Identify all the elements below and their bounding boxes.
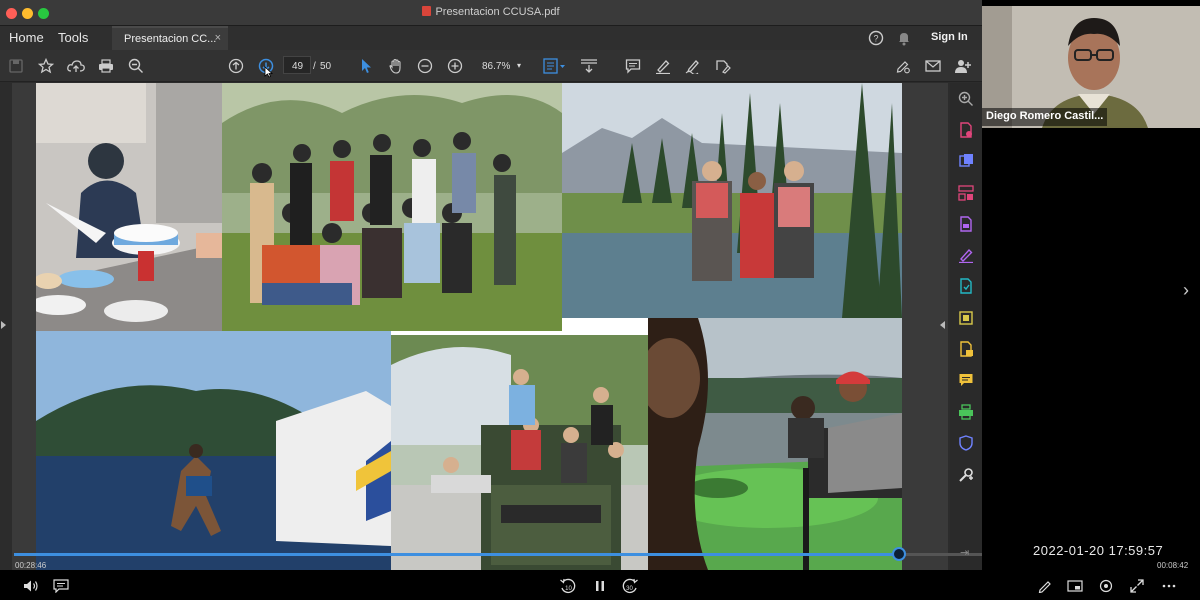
highlight-pen-icon[interactable]: [653, 56, 673, 76]
zoom-dropdown-chevron-icon[interactable]: ▾: [517, 61, 521, 70]
combine-files-icon[interactable]: [956, 151, 976, 171]
svg-text:?: ?: [873, 34, 878, 44]
photo-kayak-illustration: [648, 318, 902, 570]
picture-in-picture-icon[interactable]: [1066, 577, 1084, 595]
left-panel-toggle-icon[interactable]: [1, 321, 6, 329]
photo-vehicle-illustration: [391, 335, 648, 570]
pause-icon[interactable]: [591, 577, 609, 595]
print-icon[interactable]: [96, 56, 116, 76]
redact-icon[interactable]: [956, 339, 976, 359]
remaining-time: 00:08:42: [1157, 561, 1189, 570]
comment-tool-icon[interactable]: [956, 370, 976, 390]
fill-sign-icon[interactable]: [713, 56, 733, 76]
hand-tool-icon[interactable]: [386, 56, 406, 76]
playback-scrubber-handle[interactable]: [892, 547, 906, 561]
elapsed-time: 00:28:46: [15, 561, 47, 570]
zoom-out-icon[interactable]: [415, 56, 435, 76]
skip-to-end-icon[interactable]: ⇥: [960, 546, 969, 559]
email-icon[interactable]: [923, 56, 943, 76]
photo-lake-illustration: [36, 331, 391, 570]
compress-pdf-icon[interactable]: [956, 308, 976, 328]
photo-baker-cakes: [36, 83, 222, 331]
photo-mountain-illustration: [562, 83, 902, 318]
rail-zoom-icon[interactable]: [956, 89, 976, 109]
menu-home[interactable]: Home: [9, 30, 44, 45]
hd-quality-icon[interactable]: [1097, 577, 1115, 595]
rewind-icon[interactable]: 10: [559, 577, 577, 595]
page-fit-icon[interactable]: [542, 56, 568, 76]
tab-label: Presentacion CC...: [124, 33, 217, 45]
save-icon[interactable]: [6, 56, 26, 76]
next-slide-chevron-icon[interactable]: ›: [1183, 280, 1189, 301]
help-icon[interactable]: ?: [866, 28, 886, 48]
protect-shield-icon[interactable]: [956, 433, 976, 453]
playback-progress-bar[interactable]: [14, 553, 899, 556]
more-options-icon[interactable]: [1160, 577, 1178, 595]
photo-mountain-lake: [562, 83, 902, 318]
photo-group-in-park: [222, 83, 562, 331]
zoom-in-icon[interactable]: [445, 56, 465, 76]
tab-close-button[interactable]: ×: [215, 32, 221, 44]
right-panel-collapse-icon[interactable]: [940, 321, 945, 329]
fast-forward-icon[interactable]: 30: [621, 577, 639, 595]
photo-lake-inflatable: [36, 331, 391, 570]
current-page-number: 49: [292, 61, 304, 72]
playback-remaining-track[interactable]: [899, 553, 982, 556]
rewind-seconds-label: 10: [565, 586, 572, 592]
organize-pages-icon[interactable]: [956, 183, 976, 203]
photo-kayak-selfie: [648, 318, 902, 570]
title-bar: Presentacion CCUSA.pdf: [0, 0, 982, 26]
notifications-bell-icon[interactable]: [894, 28, 914, 48]
pdf-page: [36, 83, 902, 570]
recording-timestamp: 2022-01-20 17:59:57: [1033, 543, 1164, 558]
search-zoom-icon[interactable]: [126, 56, 146, 76]
previous-page-icon[interactable]: [226, 56, 246, 76]
edit-pdf-icon[interactable]: [956, 245, 976, 265]
scrolling-mode-icon[interactable]: [579, 56, 599, 76]
share-link-icon[interactable]: [893, 56, 913, 76]
window-title-text: Presentacion CCUSA.pdf: [435, 6, 560, 18]
volume-icon[interactable]: [22, 577, 40, 595]
tab-document[interactable]: Presentacion CC... ×: [112, 26, 228, 50]
sign-in-button[interactable]: Sign In: [931, 31, 968, 43]
draw-freehand-icon[interactable]: [683, 56, 703, 76]
add-user-icon[interactable]: [953, 56, 973, 76]
photo-group-illustration: [222, 83, 562, 331]
zoom-level[interactable]: 86.7%: [482, 61, 510, 72]
scan-ocr-icon[interactable]: [956, 276, 976, 296]
menu-tools[interactable]: Tools: [58, 30, 88, 45]
fullscreen-icon[interactable]: [1128, 577, 1146, 595]
upload-cloud-icon[interactable]: [66, 56, 86, 76]
pdf-file-icon: [422, 6, 432, 16]
window-title: Presentacion CCUSA.pdf: [0, 6, 982, 18]
mouse-cursor-icon: [263, 66, 273, 78]
create-pdf-icon[interactable]: [956, 120, 976, 140]
select-pointer-icon[interactable]: [356, 56, 376, 76]
more-tools-icon[interactable]: [956, 465, 976, 485]
annotate-pencil-icon[interactable]: [1036, 577, 1054, 595]
participant-name-label: Diego Romero Castil...: [982, 108, 1108, 126]
comment-icon[interactable]: [623, 56, 643, 76]
forward-seconds-label: 30: [626, 586, 633, 592]
photo-utility-vehicle: [391, 335, 648, 570]
export-pdf-icon[interactable]: [956, 214, 976, 234]
page-separator: /: [313, 61, 316, 72]
captions-icon[interactable]: [52, 577, 70, 595]
total-pages: 50: [320, 61, 332, 72]
bookmark-star-icon[interactable]: [36, 56, 56, 76]
photo-baker-cakes-illustration: [36, 83, 222, 331]
print-production-icon[interactable]: [956, 402, 976, 422]
